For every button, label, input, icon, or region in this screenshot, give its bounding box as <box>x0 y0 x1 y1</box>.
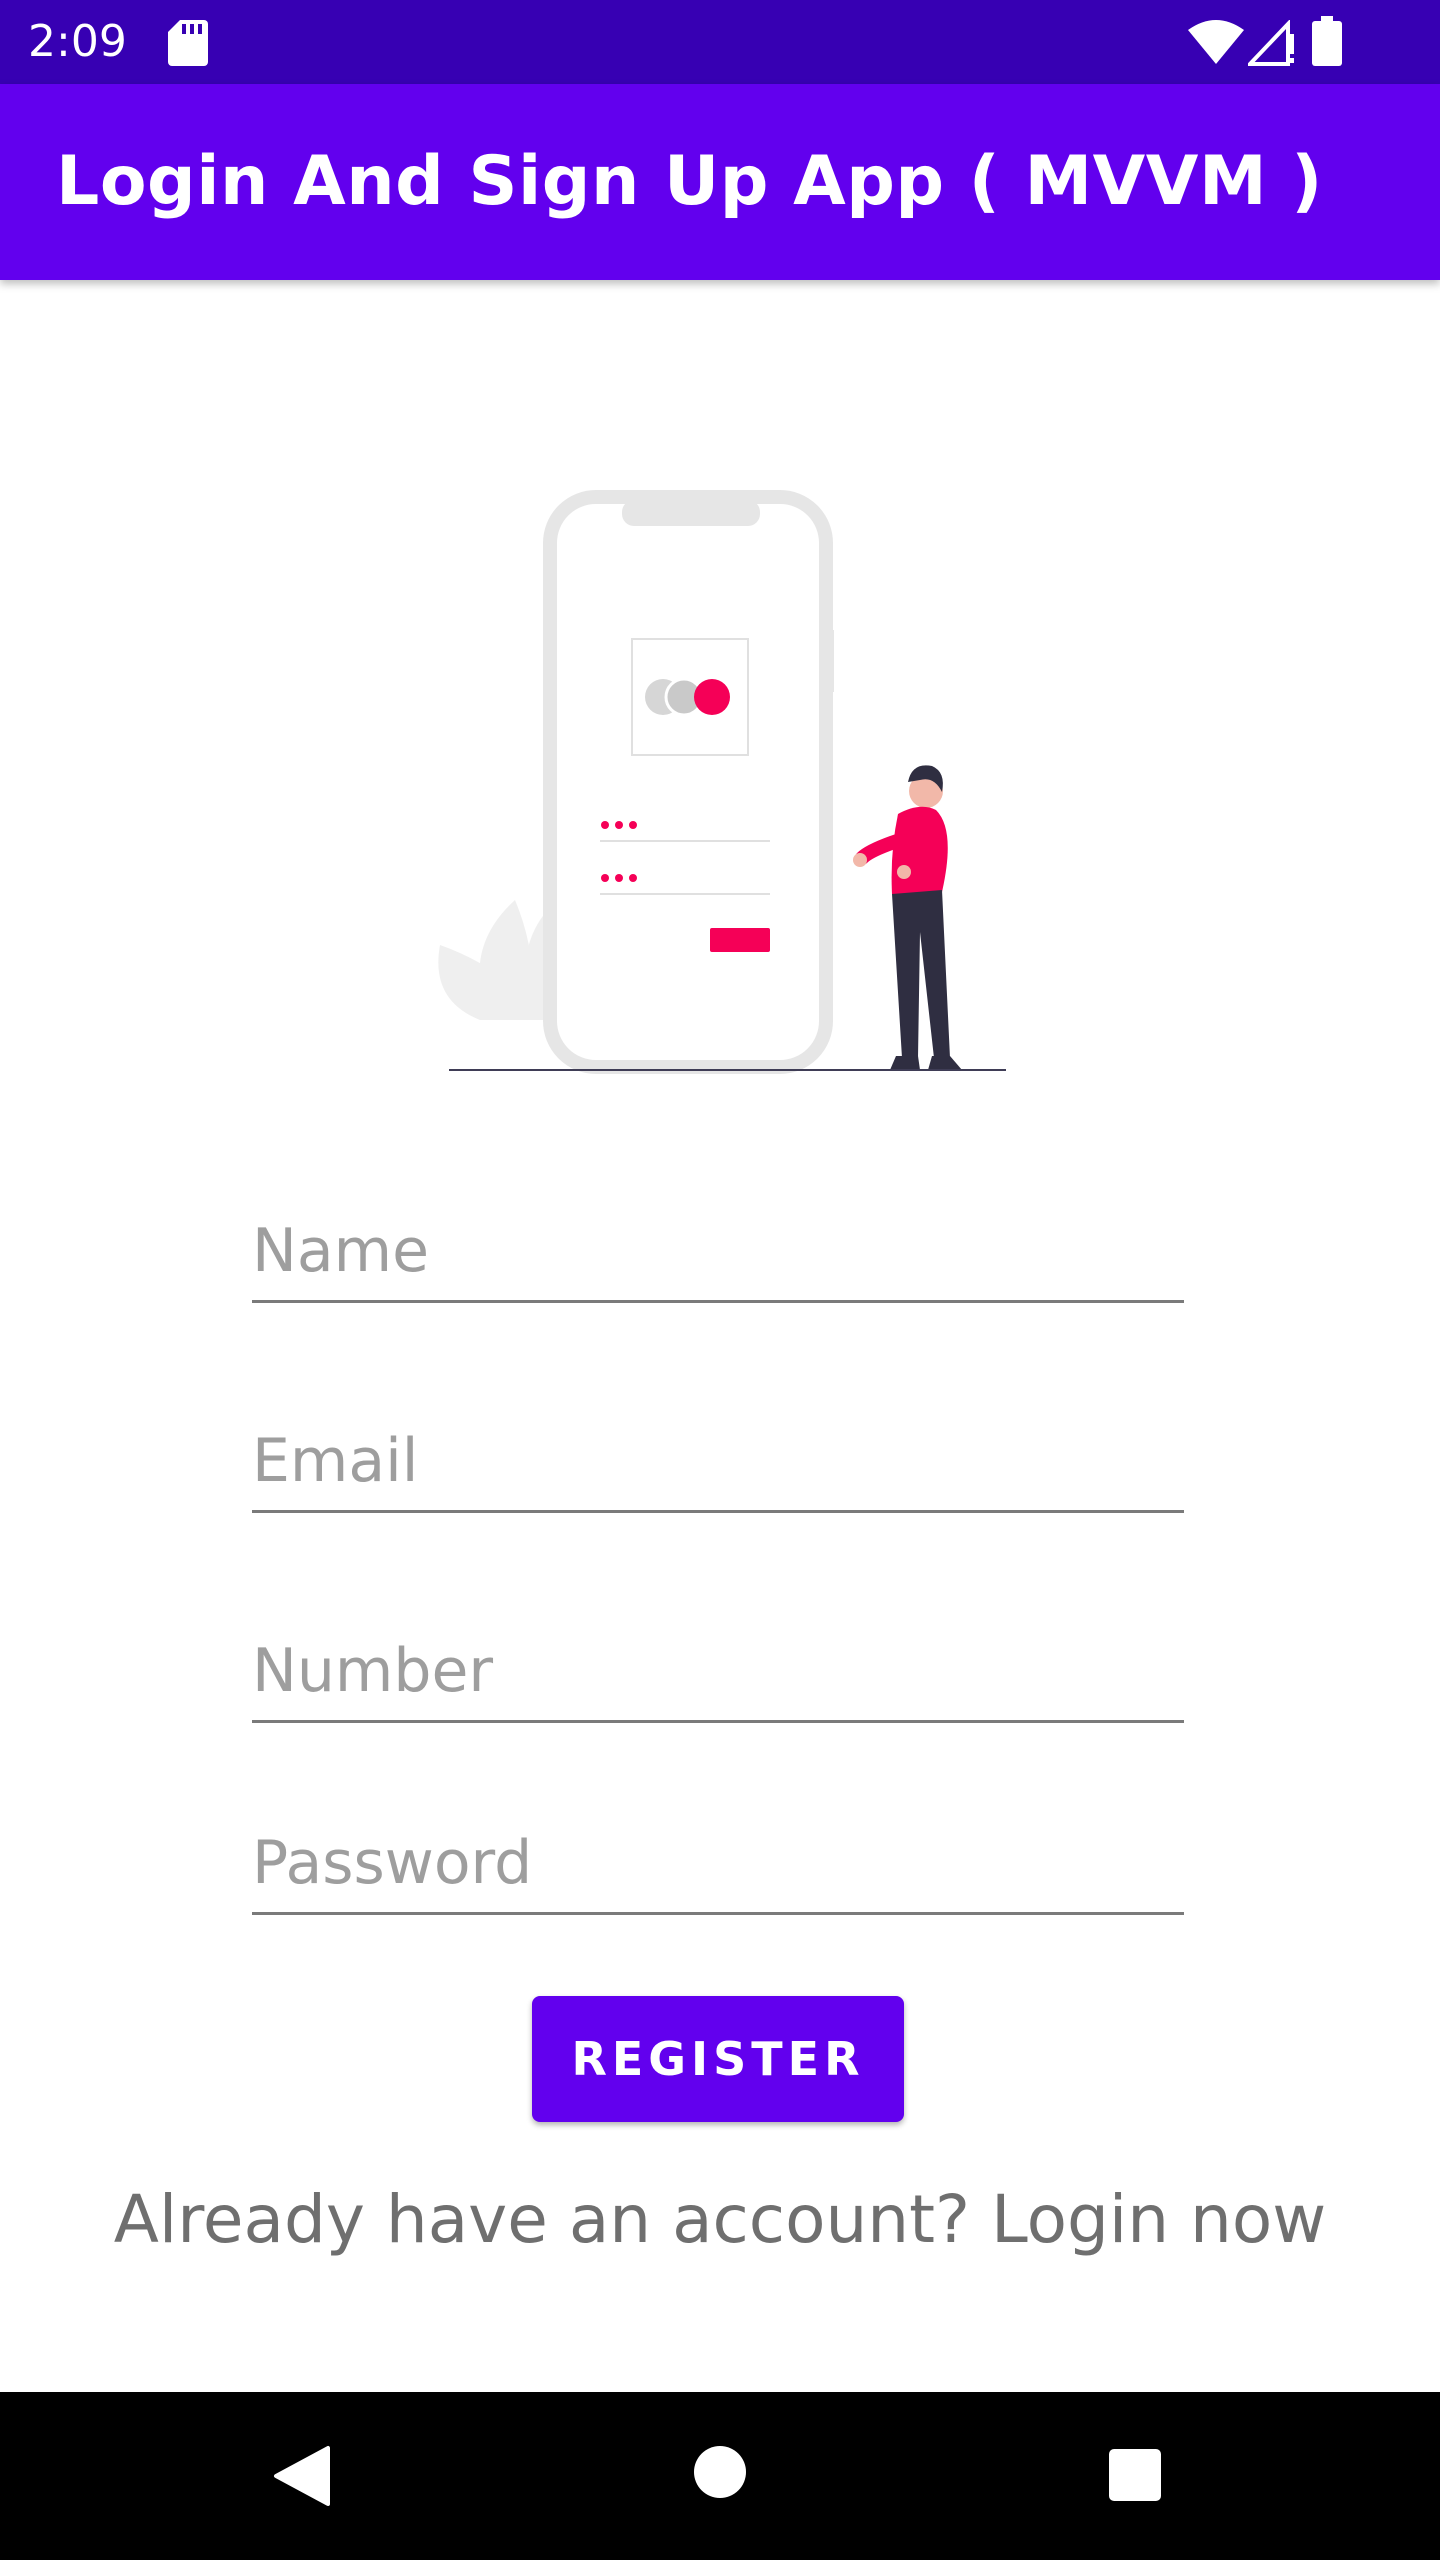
name-field-container <box>252 1190 1184 1303</box>
home-icon[interactable] <box>692 2444 748 2500</box>
password-input[interactable] <box>252 1820 1184 1906</box>
phone-drawing <box>543 490 834 1074</box>
signup-illustration <box>438 490 1006 1074</box>
status-bar: 2:09 <box>0 0 1440 84</box>
login-now-link[interactable]: Already have an account? Login now <box>0 2178 1440 2262</box>
status-time: 2:09 <box>28 16 127 67</box>
register-screen: 2:09 Login And Sign Up App ( MVVM ) Name… <box>0 0 1440 2560</box>
name-input[interactable] <box>252 1208 1184 1294</box>
signal-icon <box>1248 20 1294 66</box>
app-bar: Login And Sign Up App ( MVVM ) <box>0 84 1440 280</box>
password-field-container <box>252 1802 1184 1915</box>
back-icon[interactable] <box>272 2444 332 2508</box>
recents-icon[interactable] <box>1108 2448 1162 2502</box>
number-field-container <box>252 1610 1184 1723</box>
email-field-container <box>252 1400 1184 1513</box>
wifi-icon <box>1188 20 1244 64</box>
navigation-bar <box>0 2392 1440 2560</box>
sd-card-icon <box>168 20 208 66</box>
register-button[interactable]: REGISTER <box>532 1996 904 2122</box>
number-input[interactable] <box>252 1628 1184 1714</box>
battery-icon <box>1312 16 1342 66</box>
person-drawing <box>853 765 962 1070</box>
email-input[interactable] <box>252 1418 1184 1504</box>
app-title: Login And Sign Up App ( MVVM ) <box>56 142 1323 221</box>
